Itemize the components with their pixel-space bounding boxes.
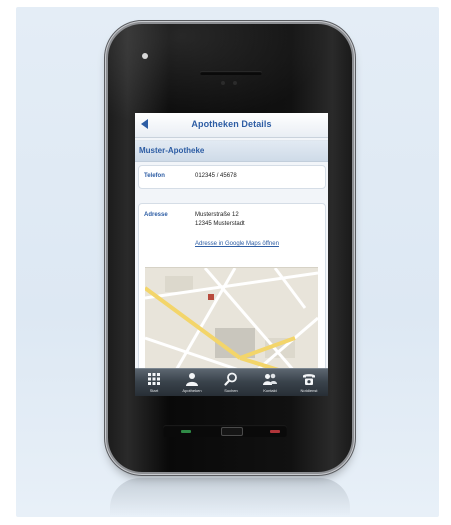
tab-label: Suchen [224, 388, 238, 393]
page-title: Apotheken Details [191, 119, 272, 129]
phone-card[interactable]: Telefon 012345 / 45678 [138, 165, 326, 189]
pharmacy-name-header: Muster-Apotheke [135, 140, 328, 162]
tab-kontakt[interactable]: Kontakt [251, 369, 289, 396]
tab-apotheken[interactable]: Apotheken [173, 369, 211, 396]
tab-start[interactable]: Start [135, 369, 173, 396]
address-line-1: Musterstraße 12 [195, 212, 239, 218]
app-screen: Apotheken Details Muster-Apotheke Telefo… [135, 113, 328, 396]
tab-suchen[interactable]: Suchen [212, 369, 250, 396]
tab-label: Kontakt [263, 388, 277, 393]
search-icon [224, 372, 237, 386]
front-camera-icon [142, 53, 148, 59]
earpiece-speaker [200, 71, 262, 75]
tab-bar: Start Apotheken Suchen Kontakt Notdienst [135, 368, 328, 396]
navigation-bar: Apotheken Details [135, 113, 328, 138]
address-line-2: 12345 Musterstadt [195, 221, 245, 227]
map-streets [145, 268, 318, 372]
pharmacy-name: Muster-Apotheke [139, 146, 205, 155]
map-pin-icon [208, 294, 214, 300]
telephone-icon [303, 374, 315, 385]
home-button [221, 427, 243, 436]
proximity-sensor [221, 81, 225, 85]
phone-value[interactable]: 012345 / 45678 [195, 172, 237, 181]
tab-label: Notdienst [300, 388, 318, 393]
people-icon [263, 373, 277, 385]
google-maps-link[interactable]: Adresse in Google Maps öffnen [195, 241, 279, 247]
tab-label: Apotheken [182, 388, 202, 393]
grid-icon [148, 373, 160, 385]
tab-label: Start [149, 388, 159, 393]
call-end-icon [270, 430, 280, 433]
call-accept-icon [181, 430, 191, 433]
tab-notdienst[interactable]: Notdienst [290, 369, 328, 396]
address-label: Adresse [144, 212, 168, 218]
pharmacist-icon [186, 373, 198, 386]
light-sensor [233, 81, 237, 85]
map-view[interactable] [145, 267, 318, 372]
canvas: Apotheken Details Muster-Apotheke Telefo… [0, 0, 451, 525]
phone-label: Telefon [144, 173, 165, 179]
phone-reflection [110, 478, 350, 516]
